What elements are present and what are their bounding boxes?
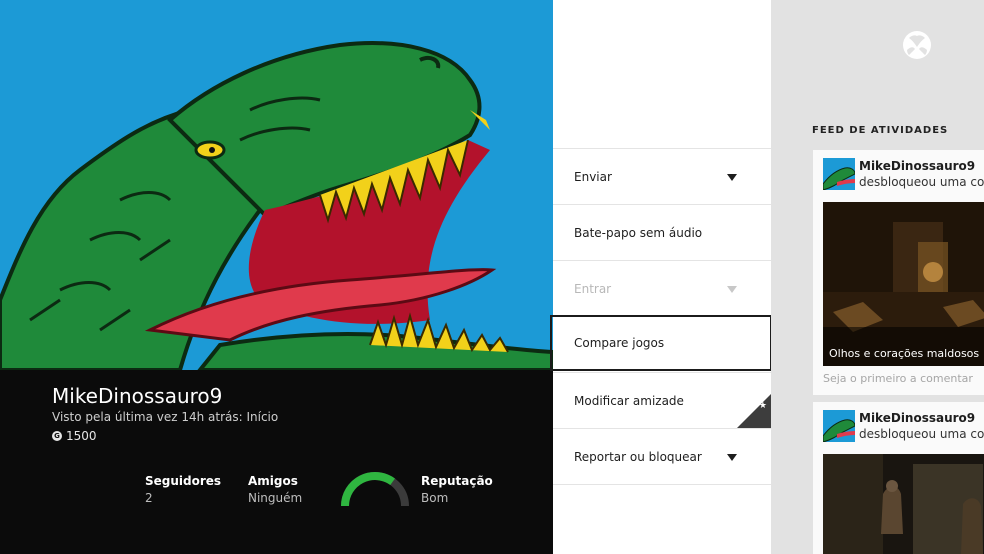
gamertag: MikeDinossauro9 xyxy=(52,384,223,408)
avatar-image xyxy=(823,410,855,442)
party-chat-label: Bate-papo sem áudio xyxy=(574,225,703,240)
join-button[interactable]: Entrar xyxy=(553,260,771,316)
feed-action-text: desbloqueou uma conquista xyxy=(859,175,984,189)
feed-card[interactable]: MikeDinossauro9 desbloqueou uma conquist… xyxy=(813,402,984,554)
reputation-gauge xyxy=(341,472,409,507)
xbox-logo-icon[interactable] xyxy=(902,30,932,60)
scene-image xyxy=(823,202,984,366)
friends-value: Ninguém xyxy=(248,491,303,505)
compare-games-button[interactable]: Compare jogos xyxy=(550,315,772,371)
friends-stat[interactable]: Amigos Ninguém xyxy=(248,474,302,505)
chevron-down-icon xyxy=(727,453,737,461)
feed-username[interactable]: MikeDinossauro9 xyxy=(859,411,975,425)
star-icon: ★ xyxy=(758,401,767,411)
followers-value: 2 xyxy=(145,491,153,505)
modify-friendship-label: Modificar amizade xyxy=(574,393,684,408)
last-seen-status: Visto pela última vez 14h atrás: Início xyxy=(52,410,279,424)
comment-placeholder[interactable]: Seja o primeiro a comentar xyxy=(823,372,973,385)
achievement-image[interactable]: Olhos e corações maldosos xyxy=(823,202,984,366)
avatar-image xyxy=(823,158,855,190)
scene-image xyxy=(823,454,984,554)
send-label: Enviar xyxy=(574,169,612,184)
party-chat-button[interactable]: Bate-papo sem áudio xyxy=(553,204,771,260)
chevron-down-icon xyxy=(727,173,737,181)
achievement-caption: Olhos e corações maldosos xyxy=(829,347,980,360)
friends-label: Amigos xyxy=(248,474,298,488)
join-label: Entrar xyxy=(574,281,612,296)
followers-stat[interactable]: Seguidores 2 xyxy=(145,474,221,505)
gamerscore: G 1500 xyxy=(52,429,97,443)
reputation-value: Bom xyxy=(421,491,449,505)
activity-feed-panel: FEED DE ATIVIDADES MikeDinossauro9 desbl… xyxy=(771,0,984,554)
followers-label: Seguidores xyxy=(145,474,222,488)
menu-divider xyxy=(553,484,771,485)
favorite-badge xyxy=(737,394,771,428)
feed-title: FEED DE ATIVIDADES xyxy=(812,125,949,136)
achievement-image[interactable] xyxy=(823,454,984,554)
reputation-stat[interactable]: Reputação Bom xyxy=(421,474,493,505)
report-block-button[interactable]: Reportar ou bloquear xyxy=(553,428,771,484)
gamerscore-icon: G xyxy=(52,431,62,441)
feed-username[interactable]: MikeDinossauro9 xyxy=(859,159,975,173)
chevron-down-icon xyxy=(727,285,737,293)
feed-action-text: desbloqueou uma conquista xyxy=(859,427,984,441)
compare-games-label: Compare jogos xyxy=(574,336,665,350)
avatar xyxy=(823,158,855,190)
avatar xyxy=(823,410,855,442)
send-button[interactable]: Enviar xyxy=(553,148,771,204)
reputation-label: Reputação xyxy=(421,474,493,488)
profile-action-menu: Enviar Bate-papo sem áudio Entrar Compar… xyxy=(550,0,772,554)
gamerscore-value: 1500 xyxy=(66,429,97,443)
report-block-label: Reportar ou bloquear xyxy=(574,449,702,464)
feed-card[interactable]: MikeDinossauro9 desbloqueou uma conquist… xyxy=(813,150,984,395)
profile-banner xyxy=(0,0,553,370)
modify-friendship-button[interactable]: Modificar amizade ★ xyxy=(553,372,771,428)
t-rex-illustration xyxy=(0,0,553,370)
profile-info-panel: MikeDinossauro9 Visto pela última vez 14… xyxy=(0,370,553,554)
